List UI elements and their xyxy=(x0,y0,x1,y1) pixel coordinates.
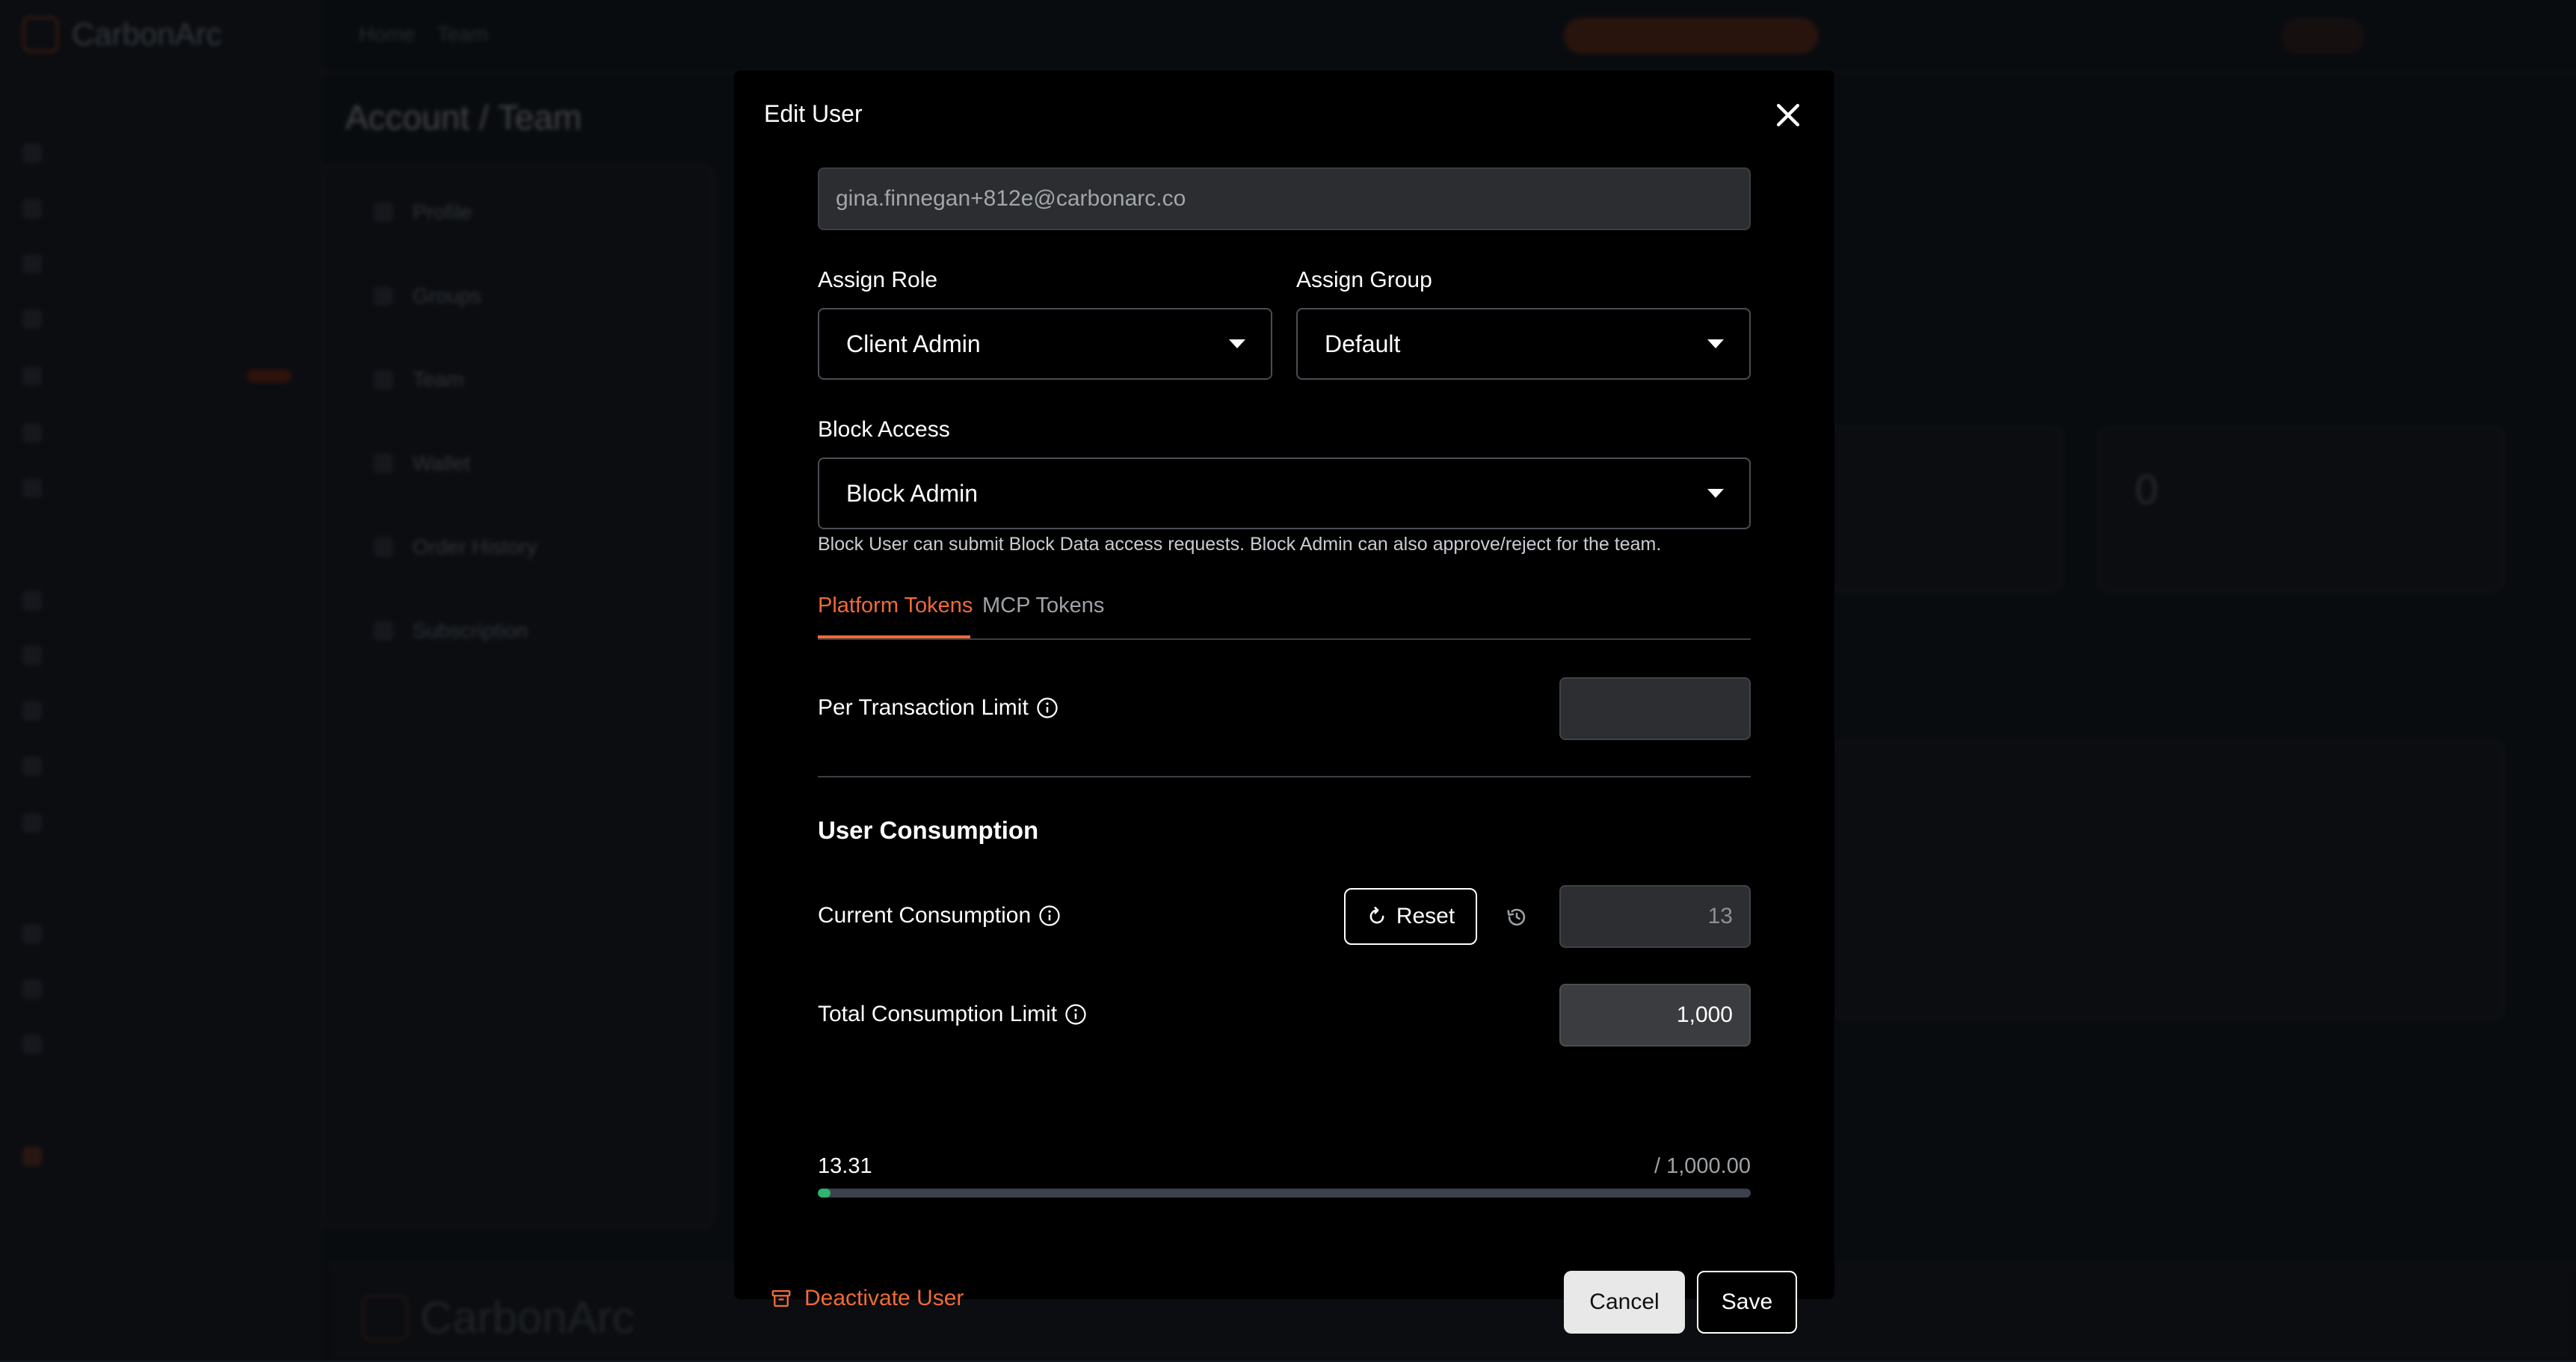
current-consumption-row: Current Consumption xyxy=(818,903,1061,928)
reset-icon xyxy=(1369,907,1384,924)
assign-group-value: Default xyxy=(1325,330,1401,357)
assign-group-select[interactable]: Default xyxy=(1296,308,1751,380)
reset-label: Reset xyxy=(1396,904,1455,928)
total-consumption-limit-input[interactable]: 1,000 xyxy=(1559,984,1751,1047)
active-tab-indicator xyxy=(818,635,970,638)
assign-role-value: Client Admin xyxy=(846,330,981,357)
current-consumption-label: Current Consumption xyxy=(818,903,1032,928)
consumption-total: / 1,000.00 xyxy=(1654,1154,1751,1178)
chevron-down-icon xyxy=(1229,339,1245,348)
assign-group-label: Assign Group xyxy=(1296,268,1432,292)
per-transaction-limit-input[interactable] xyxy=(1559,677,1751,740)
tab-platform-tokens[interactable]: Platform Tokens xyxy=(818,594,973,618)
tabs-divider xyxy=(818,638,1751,640)
assign-role-select[interactable]: Client Admin xyxy=(818,308,1272,380)
modal-title: Edit User xyxy=(764,100,863,127)
save-button[interactable]: Save xyxy=(1697,1271,1797,1334)
chevron-down-icon xyxy=(1707,489,1724,498)
consumption-progress-bar xyxy=(818,1189,1751,1198)
block-access-label: Block Access xyxy=(818,417,950,442)
info-icon[interactable] xyxy=(1038,905,1061,927)
deactivate-user-label: Deactivate User xyxy=(804,1286,964,1310)
block-access-value: Block Admin xyxy=(846,479,979,507)
close-icon[interactable] xyxy=(1772,99,1805,132)
info-icon[interactable] xyxy=(1036,697,1059,719)
section-divider xyxy=(818,776,1751,777)
per-transaction-limit-row: Per Transaction Limit xyxy=(818,695,1059,721)
history-icon[interactable] xyxy=(1504,905,1529,930)
assign-role-label: Assign Role xyxy=(818,268,938,292)
info-icon[interactable] xyxy=(1064,1003,1087,1026)
current-consumption-value: 13 xyxy=(1559,885,1751,948)
cancel-button[interactable]: Cancel xyxy=(1564,1271,1685,1334)
reset-button[interactable]: Reset xyxy=(1344,888,1477,945)
archive-icon xyxy=(771,1289,791,1307)
edit-user-modal: Edit User gina.finnegan+812e@carbonarc.c… xyxy=(734,70,1834,1334)
deactivate-user-button[interactable]: Deactivate User xyxy=(770,1286,964,1311)
block-access-help: Block User can submit Block Data access … xyxy=(818,534,1662,555)
email-value: gina.finnegan+812e@carbonarc.co xyxy=(836,186,1186,211)
total-consumption-limit-row: Total Consumption Limit xyxy=(818,1002,1087,1027)
consumption-progress-fill xyxy=(818,1189,831,1198)
total-consumption-limit-label: Total Consumption Limit xyxy=(818,1002,1058,1026)
block-access-select[interactable]: Block Admin xyxy=(818,457,1751,529)
consumption-used: 13.31 xyxy=(818,1154,872,1178)
email-field[interactable]: gina.finnegan+812e@carbonarc.co xyxy=(818,167,1751,230)
tab-mcp-tokens[interactable]: MCP Tokens xyxy=(982,594,1104,618)
user-consumption-title: User Consumption xyxy=(818,816,1039,844)
chevron-down-icon xyxy=(1707,339,1724,348)
per-transaction-limit-label: Per Transaction Limit xyxy=(818,695,1029,720)
